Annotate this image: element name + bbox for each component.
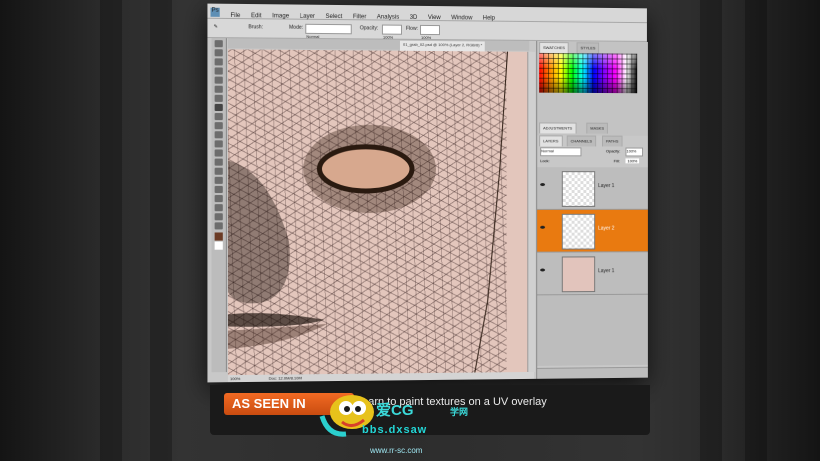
layer-name: Layer 2 bbox=[598, 225, 615, 232]
opacity-label: Opacity: bbox=[359, 25, 379, 32]
layer-row-layer2[interactable]: Layer 2 bbox=[537, 209, 648, 253]
background-color-swatch[interactable] bbox=[214, 241, 223, 250]
move-tool-icon[interactable] bbox=[214, 40, 223, 48]
layer-row-layer1-top[interactable]: Layer 1 bbox=[537, 167, 648, 210]
history-brush-tool-icon[interactable] bbox=[214, 122, 223, 130]
lasso-tool-icon[interactable] bbox=[214, 58, 223, 66]
mode-label: Mode: bbox=[289, 24, 304, 31]
layer-opacity-field[interactable]: 100% bbox=[625, 147, 644, 157]
flow-label: Flow: bbox=[405, 25, 418, 32]
layers-panel: LAYERS CHANNELS PATHS Normal Opacity: 10… bbox=[537, 135, 648, 379]
pen-tool-icon[interactable] bbox=[214, 167, 223, 175]
brush-tool-icon[interactable] bbox=[214, 103, 223, 112]
gradient-tool-icon[interactable] bbox=[214, 140, 223, 148]
caption-banner: AS SEEN IN Learn to paint textures on a … bbox=[210, 385, 650, 435]
blend-mode-select[interactable]: Normal bbox=[540, 147, 582, 157]
canvas-uv-wireframe[interactable] bbox=[227, 49, 528, 376]
face-outline bbox=[475, 51, 508, 372]
layer-row-layer1-base[interactable]: Layer 1 bbox=[537, 252, 648, 296]
healing-tool-icon[interactable] bbox=[214, 94, 223, 102]
nose-region bbox=[227, 160, 290, 304]
tab-masks[interactable]: MASKS bbox=[586, 122, 608, 134]
eyedropper-tool-icon[interactable] bbox=[214, 85, 223, 93]
layer-name: Layer 1 bbox=[598, 183, 615, 190]
lower-lip bbox=[227, 323, 328, 349]
magic-wand-tool-icon[interactable] bbox=[214, 67, 223, 75]
foreground-color-swatch[interactable] bbox=[214, 232, 223, 241]
eye-opening bbox=[319, 147, 412, 191]
crop-tool-icon[interactable] bbox=[214, 76, 223, 84]
layer-thumbnail bbox=[561, 171, 596, 207]
zoom-level[interactable]: 100% bbox=[230, 376, 240, 381]
layers-footer-buttons[interactable] bbox=[537, 366, 648, 379]
hand-tool-icon[interactable] bbox=[214, 213, 223, 221]
layer-thumbnail bbox=[561, 256, 596, 293]
fill-field[interactable]: 100% bbox=[625, 158, 640, 164]
tab-paths[interactable]: PATHS bbox=[602, 135, 623, 147]
zoom-tool-icon[interactable] bbox=[214, 222, 223, 230]
tab-styles[interactable]: STYLES bbox=[576, 42, 600, 54]
photoshop-window: Ps File Edit Image Layer Select Filter A… bbox=[207, 3, 648, 383]
dodge-tool-icon[interactable] bbox=[214, 158, 223, 166]
3d-rotate-tool-icon[interactable] bbox=[214, 204, 223, 212]
visibility-eye-icon[interactable] bbox=[540, 268, 546, 272]
doc-size: Doc: 12.0M/8.10M bbox=[268, 375, 302, 381]
watermark-site: bbs.dxsaw bbox=[362, 424, 428, 436]
clone-stamp-tool-icon[interactable] bbox=[214, 113, 223, 121]
face-wireframe bbox=[227, 49, 527, 375]
visibility-eye-icon[interactable] bbox=[540, 225, 546, 229]
mode-select[interactable]: Normal bbox=[305, 23, 352, 39]
layer-opacity-label: Opacity: bbox=[605, 148, 621, 154]
lock-label: Lock: bbox=[540, 158, 550, 164]
toolbox bbox=[211, 38, 227, 373]
swatches-grid[interactable] bbox=[539, 52, 638, 94]
brush-label: Brush: bbox=[248, 24, 264, 31]
brush-tool-icon[interactable]: ✎ bbox=[214, 24, 218, 30]
shape-tool-icon[interactable] bbox=[214, 195, 223, 203]
layer-list: Layer 1 Layer 2 Layer 1 bbox=[537, 167, 648, 366]
marquee-tool-icon[interactable] bbox=[214, 49, 223, 57]
flow-field[interactable]: 100% bbox=[420, 24, 440, 40]
path-select-tool-icon[interactable] bbox=[214, 185, 223, 193]
vertical-scrollbar[interactable] bbox=[527, 51, 536, 372]
tab-adjustments[interactable]: ADJUSTMENTS bbox=[539, 122, 577, 134]
watermark-cn2: 学网 bbox=[450, 407, 469, 417]
blur-tool-icon[interactable] bbox=[214, 149, 223, 157]
tab-layers[interactable]: LAYERS bbox=[539, 135, 563, 147]
ps-logo-icon: Ps bbox=[210, 7, 220, 17]
layer-thumbnail bbox=[561, 213, 596, 250]
tab-channels[interactable]: CHANNELS bbox=[566, 135, 596, 147]
type-tool-icon[interactable] bbox=[214, 176, 223, 184]
tab-swatches[interactable]: SWATCHES bbox=[539, 41, 569, 54]
visibility-eye-icon[interactable] bbox=[540, 183, 546, 187]
opacity-field[interactable]: 100% bbox=[381, 24, 402, 40]
layer-name: Layer 1 bbox=[598, 268, 615, 275]
eraser-tool-icon[interactable] bbox=[214, 131, 223, 139]
panels-dock: SWATCHES STYLES ADJUSTMENTS MASKS LAYERS… bbox=[536, 40, 648, 379]
watermark-url: www.rr-sc.com bbox=[370, 446, 423, 455]
watermark-cn: 爱CG bbox=[376, 402, 414, 419]
upper-lip-line bbox=[227, 312, 325, 327]
fill-label: Fill: bbox=[613, 158, 620, 164]
